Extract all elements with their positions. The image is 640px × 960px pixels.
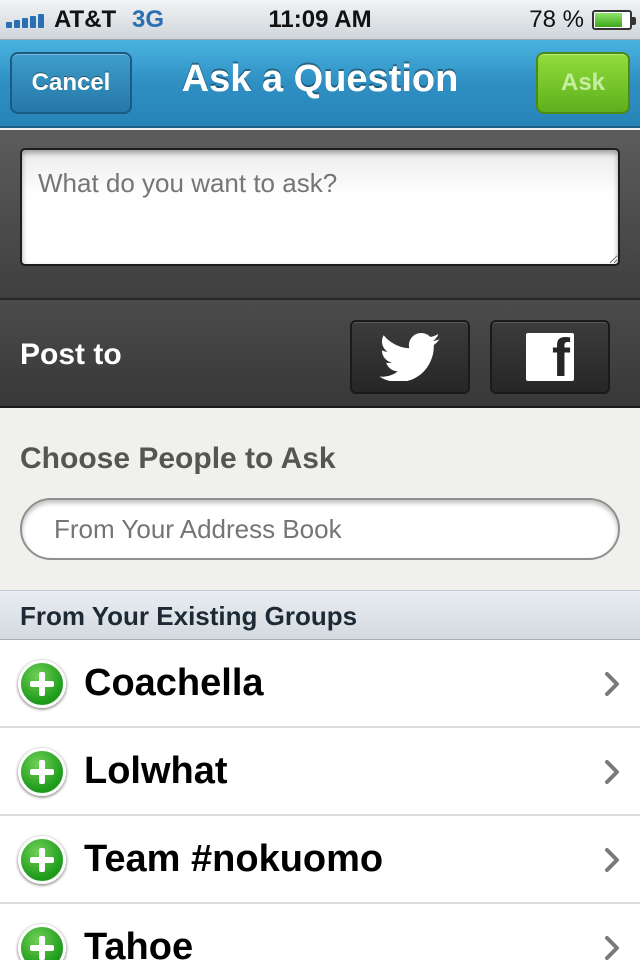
- add-circle-icon[interactable]: [18, 924, 66, 960]
- ask-button[interactable]: Ask: [536, 52, 630, 114]
- chevron-right-icon: [605, 936, 619, 960]
- facebook-icon: f: [526, 328, 574, 388]
- status-bar: AT&T 3G 11:09 AM 78 %: [0, 0, 640, 40]
- choose-people-title: Choose People to Ask: [20, 442, 336, 475]
- battery-fill: [595, 13, 622, 27]
- post-to-label: Post to: [20, 338, 122, 371]
- group-label: Lolwhat: [84, 750, 228, 792]
- group-list: Coachella Lolwhat Team #nokuomo Tahoe: [0, 640, 640, 960]
- group-label: Tahoe: [84, 926, 194, 960]
- address-book-search-input[interactable]: [20, 498, 620, 560]
- battery-icon: [592, 10, 636, 30]
- battery-percent: 78 %: [529, 6, 584, 33]
- post-to-section: Post to f: [0, 300, 640, 408]
- twitter-icon: [379, 333, 440, 381]
- facebook-share-button[interactable]: f: [490, 320, 610, 394]
- add-circle-icon[interactable]: [18, 836, 66, 884]
- group-row-team-nokuomo[interactable]: Team #nokuomo: [0, 816, 640, 904]
- question-input[interactable]: [20, 148, 620, 266]
- add-circle-icon[interactable]: [18, 660, 66, 708]
- question-section: [0, 130, 640, 300]
- choose-people-section: Choose People to Ask: [0, 410, 640, 590]
- navigation-bar: Cancel Ask a Question Ask: [0, 40, 640, 128]
- group-row-coachella[interactable]: Coachella: [0, 640, 640, 728]
- chevron-right-icon: [605, 760, 619, 784]
- chevron-right-icon: [605, 672, 619, 696]
- group-label: Coachella: [84, 662, 264, 704]
- chevron-right-icon: [605, 848, 619, 872]
- add-circle-icon[interactable]: [18, 748, 66, 796]
- group-label: Team #nokuomo: [84, 838, 384, 880]
- group-row-tahoe[interactable]: Tahoe: [0, 904, 640, 960]
- existing-groups-header: From Your Existing Groups: [0, 590, 640, 640]
- twitter-share-button[interactable]: [350, 320, 470, 394]
- group-row-lolwhat[interactable]: Lolwhat: [0, 728, 640, 816]
